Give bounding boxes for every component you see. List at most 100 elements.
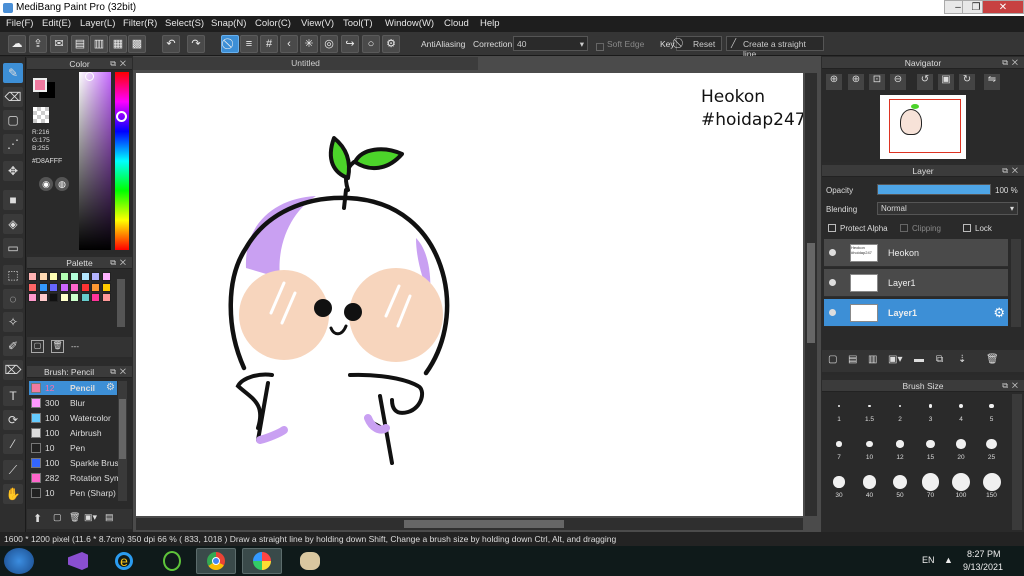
palette-swatch[interactable] <box>91 293 100 302</box>
paint-icon[interactable] <box>290 548 330 574</box>
panel-close-icon[interactable]: ⧉✕ <box>110 257 130 269</box>
brush-scrollbar[interactable] <box>118 381 127 501</box>
tray-up-icon[interactable]: ▲ <box>944 555 953 565</box>
new-halftone-layer-icon[interactable]: ▤ <box>848 354 857 365</box>
menu-window[interactable]: Window(W) <box>385 18 434 29</box>
menu-snap[interactable]: Snap(N) <box>211 18 246 29</box>
eraser-tool-icon[interactable]: ⌫ <box>3 87 23 107</box>
chrome-icon[interactable] <box>196 548 236 574</box>
brush-scrollbar-thumb[interactable] <box>119 399 126 459</box>
horizontal-scrollbar[interactable] <box>136 518 803 530</box>
clock-date[interactable]: 9/13/2021 <box>963 562 1003 572</box>
close-button[interactable]: ✕ <box>982 0 1024 14</box>
brush-list-item[interactable]: 100 Sparkle Brush <box>29 456 118 470</box>
select-rect-tool-icon[interactable]: ▢ <box>3 110 23 130</box>
palette-swatch[interactable] <box>91 282 100 292</box>
brush-list-item[interactable]: 12 Pencil ⚙ <box>29 381 117 395</box>
fit-icon[interactable]: ⊡ <box>869 74 885 90</box>
color-mixer-icon[interactable]: ◍ <box>55 177 69 191</box>
new-layer-icon[interactable]: ▢ <box>828 354 837 365</box>
delete-palette-icon[interactable]: 🗑 <box>51 340 64 353</box>
layer-scrollbar[interactable] <box>1011 239 1021 327</box>
layer-menu-icon[interactable]: ▣▾ <box>888 354 902 365</box>
radial-snap-icon[interactable]: ✳ <box>300 35 318 53</box>
visibility-eye-icon[interactable] <box>829 309 836 316</box>
operation-tool-icon[interactable]: ⟳ <box>3 410 23 430</box>
brush-size-option[interactable]: 3 <box>916 394 946 424</box>
palette-swatch[interactable] <box>70 272 79 281</box>
hue-slider-handle[interactable] <box>116 111 127 122</box>
redo-icon[interactable]: ↷ <box>187 35 205 53</box>
protect-alpha-checkbox[interactable] <box>828 224 836 232</box>
brush-list-item[interactable]: 100 Airbrush <box>29 426 117 440</box>
palette-scrollbar[interactable] <box>117 279 125 327</box>
palette-swatch[interactable] <box>28 282 37 292</box>
lasso-tool-icon[interactable]: ◌ <box>3 289 23 309</box>
zoom-out-icon[interactable]: ⊖ <box>890 74 906 90</box>
palette-swatch[interactable] <box>38 272 48 281</box>
cloud-icon[interactable]: ☁ <box>8 35 26 53</box>
brush-size-option[interactable]: 2 <box>885 394 915 424</box>
menu-view[interactable]: View(V) <box>301 18 334 29</box>
brush-size-option[interactable]: 150 <box>977 470 1007 500</box>
text-tool-icon[interactable]: T <box>3 386 23 406</box>
straight-line-button[interactable]: ╱ Create a straight line <box>726 36 824 59</box>
document-tab[interactable]: Untitled <box>133 57 478 70</box>
panel-close-icon[interactable]: ⧉✕ <box>110 58 130 70</box>
palette-swatch[interactable] <box>80 293 90 302</box>
palette-swatch[interactable] <box>59 293 69 302</box>
merge-layer-icon[interactable]: ⇣ <box>958 354 966 365</box>
clock-time[interactable]: 8:27 PM <box>967 549 1001 559</box>
brush-size-option[interactable]: 30 <box>824 470 854 500</box>
panel-close-icon[interactable]: ⧉✕ <box>1002 165 1022 177</box>
brush-list-item[interactable]: 10 Pen (Sharp) <box>29 486 117 500</box>
clipping-checkbox[interactable] <box>900 224 908 232</box>
brush-size-option[interactable]: 10 <box>855 432 885 462</box>
document-icon[interactable]: ▥ <box>90 35 108 53</box>
saturation-value-picker[interactable] <box>79 72 111 250</box>
palette-swatch[interactable] <box>70 293 79 302</box>
palette-swatch[interactable] <box>91 272 100 281</box>
comment-icon[interactable]: ✉ <box>50 35 68 53</box>
chat-icon[interactable]: ▤ <box>71 35 89 53</box>
brush-tool-icon[interactable]: ✎ <box>3 63 23 83</box>
menu-color[interactable]: Color(C) <box>255 18 291 29</box>
hangouts-icon[interactable] <box>152 548 192 574</box>
menu-tool[interactable]: Tool(T) <box>343 18 373 29</box>
share-icon[interactable]: ⇪ <box>29 35 47 53</box>
layer-settings-gear-icon[interactable]: ⚙ <box>993 305 1005 321</box>
select-tool-icon[interactable]: ⬚ <box>3 265 23 285</box>
color-wheel-icon[interactable]: ◉ <box>39 177 53 191</box>
brush-size-option[interactable]: 25 <box>977 432 1007 462</box>
palette-swatch[interactable] <box>101 272 111 281</box>
circle-snap-icon[interactable]: ○ <box>362 35 380 53</box>
menu-file[interactable]: File(F) <box>6 18 33 29</box>
hand-tool-icon[interactable]: ✋ <box>3 484 23 504</box>
palette-swatch[interactable] <box>59 282 69 292</box>
delete-layer-icon[interactable]: 🗑 <box>986 354 999 365</box>
brush-menu-icon[interactable]: ▣▾ <box>84 512 97 523</box>
reset-button[interactable]: ⃠ Reset <box>676 36 722 51</box>
zoom-in-icon[interactable]: ⊕ <box>826 74 842 90</box>
soft-edge-checkbox[interactable] <box>596 43 604 51</box>
menu-layer[interactable]: Layer(L) <box>80 18 115 29</box>
brush-size-option[interactable]: 1.5 <box>855 394 885 424</box>
magic-wand-icon[interactable]: ✧ <box>3 312 23 332</box>
layer-item[interactable]: Layer1 ⚙ <box>824 299 1008 327</box>
palette-swatch[interactable] <box>49 282 58 292</box>
sv-picker-handle[interactable] <box>85 72 94 81</box>
menu-select[interactable]: Select(S) <box>165 18 204 29</box>
palette-swatch[interactable] <box>70 282 79 292</box>
brush-size-scrollbar[interactable] <box>1012 394 1022 530</box>
brush-size-option[interactable]: 15 <box>916 432 946 462</box>
brush-size-option[interactable]: 70 <box>916 470 946 500</box>
snap-settings-icon[interactable]: ⚙ <box>382 35 400 53</box>
duplicate-layer-icon[interactable]: ⧉ <box>936 354 943 365</box>
language-indicator[interactable]: EN <box>922 555 935 565</box>
horizontal-scrollbar-thumb[interactable] <box>404 520 564 528</box>
brush-list-item[interactable]: 300 Blur <box>29 396 117 410</box>
internet-explorer-icon[interactable]: e <box>104 548 144 574</box>
panel-close-icon[interactable]: ⧉✕ <box>110 366 130 378</box>
correction-select[interactable]: 40 ▾ <box>513 36 588 51</box>
bucket-tool-icon[interactable]: ◈ <box>3 214 23 234</box>
